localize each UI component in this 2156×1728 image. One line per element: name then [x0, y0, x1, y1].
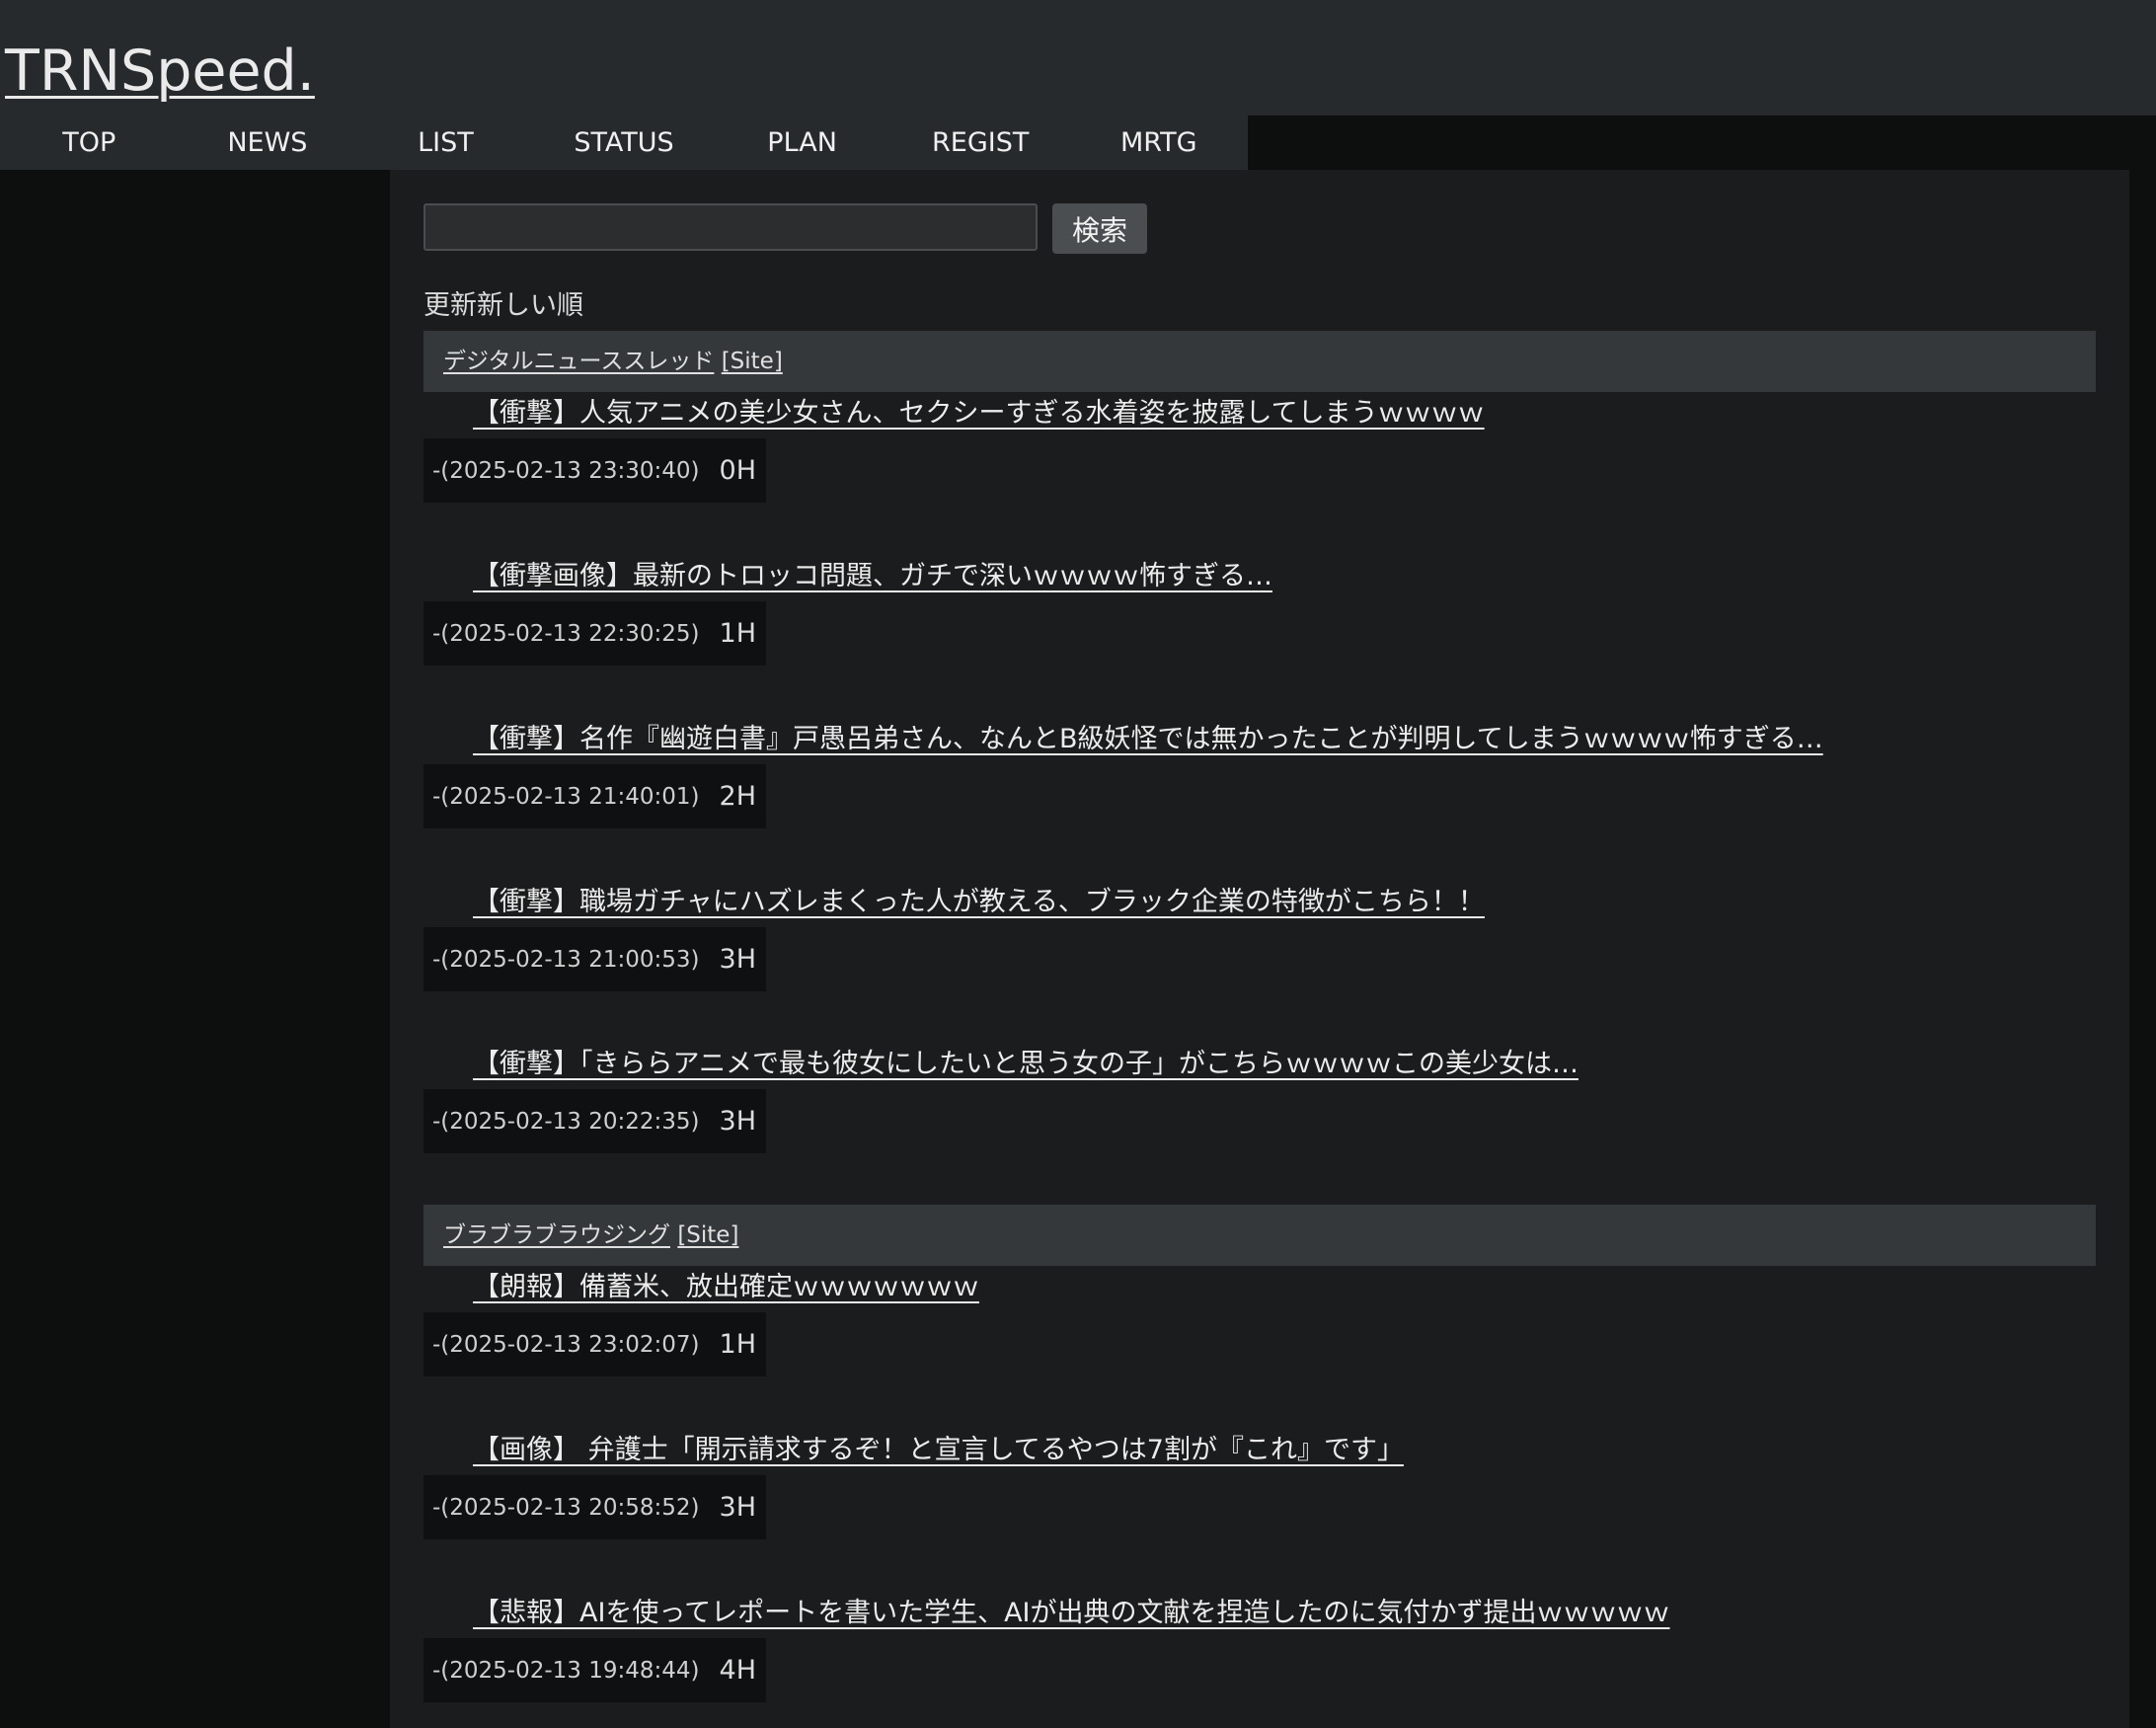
article-meta: -(2025-02-13 19:48:44) 4H	[424, 1638, 766, 1702]
sort-order-label: 更新新しい順	[424, 290, 583, 321]
article-item: 【衝撃】職場ガチャにハズレまくった人が教える、ブラック企業の特徴がこちら！！ -…	[424, 883, 2102, 991]
article-meta: -(2025-02-13 21:40:01) 2H	[424, 764, 766, 828]
main-content: 検索 更新新しい順 デジタルニューススレッド [Site] 【衝撃】人気アニメの…	[390, 170, 2129, 1728]
article-date: -(2025-02-13 21:40:01)	[432, 783, 700, 810]
article-title-link[interactable]: 【衝撃】「きららアニメで最も彼女にしたいと思う女の子」がこちらｗｗｗｗこの美少女…	[473, 1045, 1578, 1084]
article-hours-ago: 1H	[719, 618, 757, 649]
article-meta: -(2025-02-13 23:02:07) 1H	[424, 1312, 766, 1376]
article-item: 【衝撃】「きららアニメで最も彼女にしたいと思う女の子」がこちらｗｗｗｗこの美少女…	[424, 1045, 2102, 1153]
article-item: 【衝撃画像】最新のトロッコ問題、ガチで深いｗｗｗｗ怖すぎる… -(2025-02…	[424, 557, 2102, 666]
article-hours-ago: 2H	[719, 781, 757, 812]
article-date: -(2025-02-13 22:30:25)	[432, 620, 700, 647]
nav-item-plan[interactable]: PLAN	[713, 116, 891, 170]
main-nav: TOP NEWS LIST STATUS PLAN REGIST MRTG	[0, 116, 1248, 170]
nav-item-status[interactable]: STATUS	[535, 116, 714, 170]
article-title-link[interactable]: 【衝撃】名作『幽遊白書』戸愚呂弟さん、なんとB級妖怪では無かったことが判明してし…	[473, 720, 1823, 759]
site-section-header: ブラブラブラウジング [Site]	[424, 1205, 2096, 1266]
nav-item-top[interactable]: TOP	[0, 116, 179, 170]
site-name-link[interactable]: デジタルニューススレッド	[443, 349, 714, 374]
site-name-link[interactable]: ブラブラブラウジング	[443, 1222, 670, 1248]
article-meta: -(2025-02-13 20:58:52) 3H	[424, 1475, 766, 1539]
article-date: -(2025-02-13 20:58:52)	[432, 1494, 700, 1521]
article-date: -(2025-02-13 21:00:53)	[432, 946, 700, 973]
search-input[interactable]	[424, 203, 1038, 251]
site-external-link[interactable]: [Site]	[722, 349, 783, 374]
nav-item-list[interactable]: LIST	[356, 116, 535, 170]
site-header-bar: TRNSpeed.	[0, 0, 2156, 116]
article-meta: -(2025-02-13 20:22:35) 3H	[424, 1089, 766, 1153]
site-section-header: デジタルニューススレッド [Site]	[424, 331, 2096, 392]
article-title-link[interactable]: 【朗報】備蓄米、放出確定ｗｗｗｗｗｗｗ	[473, 1268, 979, 1307]
article-date: -(2025-02-13 20:22:35)	[432, 1108, 700, 1135]
article-title-link[interactable]: 【衝撃画像】最新のトロッコ問題、ガチで深いｗｗｗｗ怖すぎる…	[473, 557, 1272, 596]
article-item: 【衝撃】人気アニメの美少女さん、セクシーすぎる水着姿を披露してしまうｗｗｗｗ -…	[424, 394, 2102, 503]
nav-item-mrtg[interactable]: MRTG	[1069, 116, 1248, 170]
article-title-link[interactable]: 【衝撃】人気アニメの美少女さん、セクシーすぎる水着姿を披露してしまうｗｗｗｗ	[473, 394, 1485, 433]
article-hours-ago: 4H	[719, 1655, 757, 1686]
article-title-link[interactable]: 【画像】 弁護士「開示請求するぞ！と宣言してるやつは7割が『これ』です」	[473, 1431, 1404, 1470]
article-title-link[interactable]: 【衝撃】職場ガチャにハズレまくった人が教える、ブラック企業の特徴がこちら！！	[473, 883, 1485, 922]
article-hours-ago: 3H	[719, 1492, 757, 1523]
search-button[interactable]: 検索	[1052, 203, 1147, 254]
article-hours-ago: 1H	[719, 1329, 757, 1360]
article-item: 【画像】 弁護士「開示請求するぞ！と宣言してるやつは7割が『これ』です」 -(2…	[424, 1431, 2102, 1539]
article-item: 【衝撃】名作『幽遊白書』戸愚呂弟さん、なんとB級妖怪では無かったことが判明してし…	[424, 720, 2102, 828]
left-sidebar	[0, 170, 390, 1728]
article-item: 【悲報】AIを使ってレポートを書いた学生、AIが出典の文献を捏造したのに気付かず…	[424, 1594, 2102, 1702]
article-hours-ago: 3H	[719, 1106, 757, 1137]
site-external-link[interactable]: [Site]	[677, 1222, 738, 1248]
article-meta: -(2025-02-13 22:30:25) 1H	[424, 601, 766, 666]
article-hours-ago: 0H	[719, 455, 757, 486]
article-date: -(2025-02-13 23:30:40)	[432, 457, 700, 484]
site-logo-link[interactable]: TRNSpeed.	[5, 36, 315, 107]
article-hours-ago: 3H	[719, 944, 757, 975]
article-item: 【朗報】備蓄米、放出確定ｗｗｗｗｗｗｗ -(2025-02-13 23:02:0…	[424, 1268, 2102, 1376]
article-date: -(2025-02-13 23:02:07)	[432, 1331, 700, 1358]
article-date: -(2025-02-13 19:48:44)	[432, 1657, 700, 1684]
article-meta: -(2025-02-13 23:30:40) 0H	[424, 438, 766, 503]
nav-item-news[interactable]: NEWS	[179, 116, 357, 170]
article-meta: -(2025-02-13 21:00:53) 3H	[424, 927, 766, 991]
nav-item-regist[interactable]: REGIST	[891, 116, 1070, 170]
article-title-link[interactable]: 【悲報】AIを使ってレポートを書いた学生、AIが出典の文献を捏造したのに気付かず…	[473, 1594, 1670, 1633]
